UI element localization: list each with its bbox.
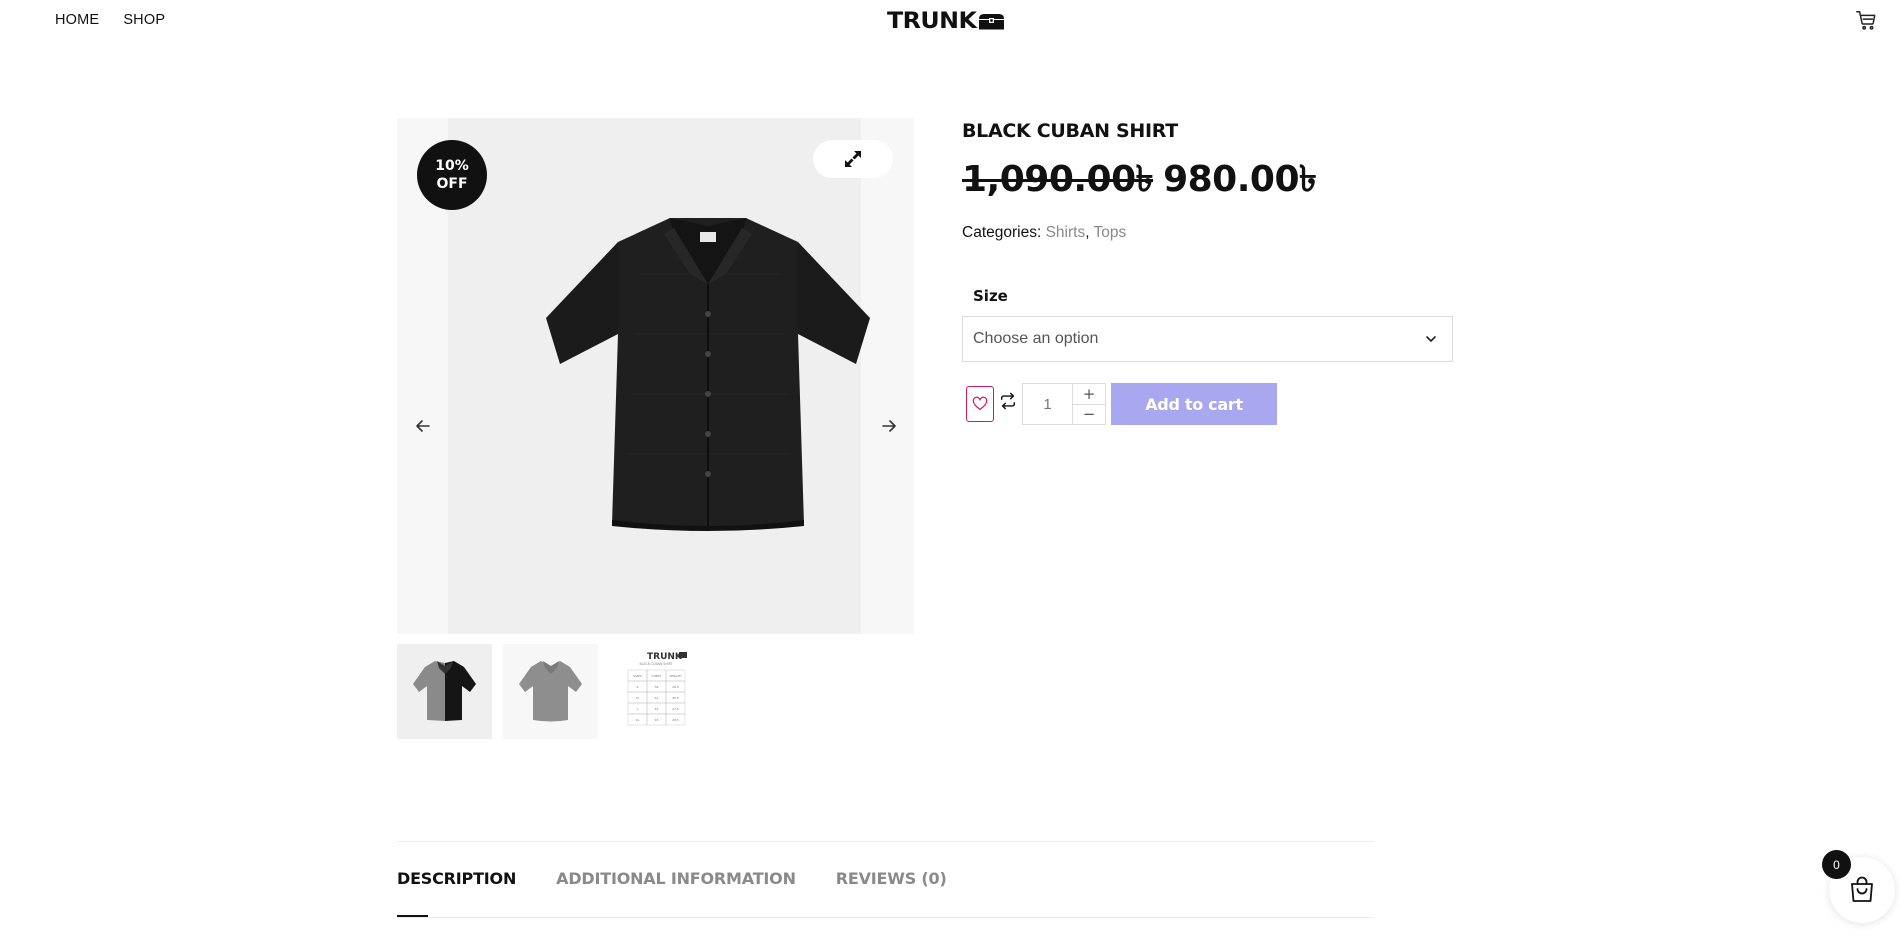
size-chart-cell-text: 45 — [655, 718, 659, 722]
size-chart-cell-text: XL — [636, 718, 640, 722]
product-price: 1,090.00৳ 980.00৳ — [962, 152, 1317, 212]
tab-description[interactable]: DESCRIPTION — [397, 869, 516, 888]
site-header: HOME SHOP TRUNK — [0, 0, 1900, 44]
product-title: BLACK CUBAN SHIRT — [962, 120, 1178, 142]
size-chart-title: TRUNK — [647, 652, 683, 662]
thumbnail-size-chart[interactable]: TRUNK BLACK CUBAN SHIRT SIZES CHEST LENGTH… — [609, 644, 704, 739]
size-chart-cell-text: SIZES — [633, 674, 642, 678]
tabs-divider-top — [397, 841, 1374, 842]
logo-text: TRUNK — [887, 9, 977, 34]
product-categories: Categories: Shirts, Tops — [962, 224, 1126, 242]
black-cuban-shirt-image — [546, 218, 870, 531]
size-chart-cell-text: S — [637, 685, 639, 689]
arrow-right-icon[interactable] — [879, 416, 899, 436]
main-nav: HOME SHOP — [55, 12, 165, 28]
shopping-bag-icon — [1851, 876, 1873, 902]
thumbnail-shirt-two-tone[interactable] — [397, 644, 492, 739]
discount-percent: 10% — [435, 158, 469, 174]
size-chart-cell-text: 43 — [655, 707, 659, 711]
quantity-input[interactable] — [1023, 384, 1073, 424]
product-gallery[interactable]: 10% OFF — [397, 118, 914, 634]
site-logo[interactable]: TRUNK — [887, 9, 1005, 34]
quantity-decrease-button[interactable]: − — [1073, 403, 1105, 425]
size-chart-cell-text: 41 — [655, 696, 659, 700]
cart-count-badge: 0 — [1822, 850, 1851, 879]
size-chart-cell-text: 27.5 — [672, 707, 679, 711]
shirt-grey-thumbnail — [519, 661, 582, 722]
quantity-buttons: + − — [1073, 384, 1105, 424]
discount-badge: 10% OFF — [417, 140, 487, 210]
size-select-value: Choose an option — [973, 330, 1099, 347]
wishlist-button[interactable] — [966, 386, 994, 422]
tab-additional-information[interactable]: ADDITIONAL INFORMATION — [556, 869, 796, 888]
tabs-divider-bottom — [397, 917, 1374, 918]
size-chart-cell-text: 26.5 — [672, 685, 679, 689]
size-chart-cell-text: CHEST — [652, 674, 662, 678]
size-chart-cell-text: 26.5 — [672, 696, 679, 700]
size-chart-cell-text: 28.5 — [672, 718, 679, 722]
category-link-tops[interactable]: Tops — [1094, 224, 1127, 241]
size-chart-cell-text: L — [637, 707, 639, 711]
size-chart-thumbnail: TRUNK BLACK CUBAN SHIRT SIZES CHEST LENGTH… — [627, 652, 687, 726]
categories-label: Categories: — [962, 224, 1042, 241]
size-chart-cell-text: 39 — [655, 685, 659, 689]
regular-price: 1,090.00৳ — [962, 159, 1154, 200]
chest-logo-icon — [978, 14, 1004, 30]
quantity-increase-button[interactable]: + — [1073, 384, 1105, 404]
size-chart-cell-text: M — [636, 696, 639, 700]
zoom-button[interactable] — [813, 140, 893, 178]
nav-shop-link[interactable]: SHOP — [123, 12, 165, 28]
product-tabs: DESCRIPTION ADDITIONAL INFORMATION REVIE… — [397, 869, 947, 888]
nav-home-link[interactable]: HOME — [55, 12, 99, 28]
discount-off: OFF — [436, 176, 468, 192]
shirt-two-tone-thumbnail — [413, 661, 476, 721]
gallery-thumbnails: TRUNK BLACK CUBAN SHIRT SIZES CHEST LENGTH… — [397, 644, 704, 739]
size-chart-subtitle: BLACK CUBAN SHIRT — [639, 662, 672, 666]
main-product-image[interactable] — [448, 118, 870, 634]
size-label: Size — [973, 287, 1008, 305]
heart-icon — [972, 396, 988, 410]
category-link-shirts[interactable]: Shirts — [1046, 224, 1086, 241]
category-separator: , — [1085, 224, 1090, 241]
quantity-stepper: + − — [1022, 383, 1106, 425]
size-chart-cell-text: LENGTH — [669, 674, 681, 678]
compare-icon[interactable] — [999, 392, 1017, 410]
size-select[interactable]: Choose an option — [962, 316, 1453, 362]
add-to-cart-button[interactable]: Add to cart — [1111, 383, 1277, 425]
sale-price: 980.00৳ — [1163, 159, 1317, 200]
cart-icon[interactable] — [1855, 9, 1877, 31]
tab-reviews[interactable]: REVIEWS (0) — [836, 869, 947, 888]
chevron-down-icon — [1426, 336, 1436, 342]
thumbnail-shirt-grey[interactable] — [503, 644, 598, 739]
arrow-left-icon[interactable] — [413, 416, 433, 436]
expand-icon — [845, 151, 861, 167]
